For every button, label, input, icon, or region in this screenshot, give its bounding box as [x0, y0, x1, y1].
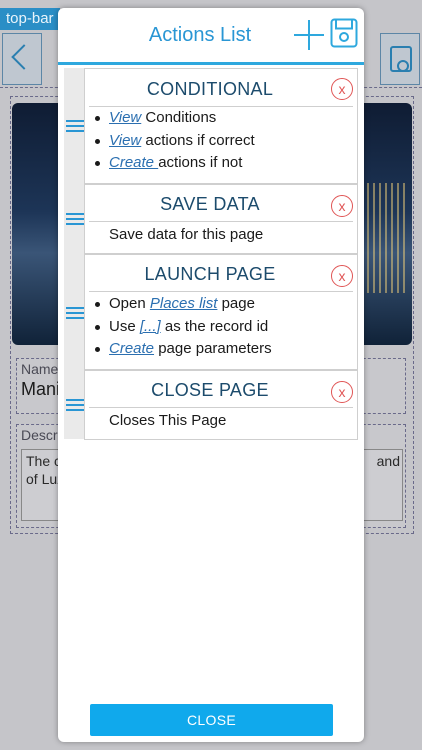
- name-value: Mani: [21, 379, 61, 399]
- bullet-text: page: [217, 295, 255, 312]
- action-card-save-data: SAVE DATA x Save data for this page: [66, 184, 358, 254]
- list-item: Open Places list page: [85, 293, 355, 316]
- action-card-conditional: CONDITIONAL x View Conditions View actio…: [66, 68, 358, 184]
- remove-action-save-data-button[interactable]: x: [331, 195, 353, 217]
- card-divider: [89, 221, 353, 222]
- remove-action-conditional-button[interactable]: x: [331, 78, 353, 100]
- chevron-left-icon: [11, 44, 37, 70]
- card-divider: [89, 291, 353, 292]
- drag-handle-icon[interactable]: [65, 307, 85, 321]
- drag-handle-icon[interactable]: [65, 399, 85, 413]
- places-list-link[interactable]: Places list: [150, 295, 218, 312]
- modal-header: Actions List: [58, 8, 364, 65]
- bullet-text: page parameters: [154, 340, 272, 357]
- close-page-description: Closes This Page: [109, 412, 227, 429]
- card-divider: [89, 407, 353, 408]
- description-label: Descr: [21, 427, 58, 443]
- save-icon[interactable]: [330, 18, 358, 48]
- close-button[interactable]: CLOSE: [90, 704, 333, 736]
- remove-action-close-page-button[interactable]: x: [331, 381, 353, 403]
- list-item: Create actions if not: [85, 152, 355, 175]
- background-save-button: [380, 33, 420, 85]
- topbar-tag: top-bar: [0, 8, 60, 30]
- bullet-text: actions if not: [158, 154, 243, 171]
- action-title-launch-page: LAUNCH PAGE: [144, 264, 276, 284]
- launch-page-bullets: Open Places list page Use [...] as the r…: [85, 293, 355, 361]
- action-title-conditional: CONDITIONAL: [146, 79, 274, 99]
- save-data-description: Save data for this page: [109, 226, 264, 243]
- list-item: View actions if correct: [85, 130, 355, 153]
- conditional-bullets: View Conditions View actions if correct …: [85, 107, 355, 175]
- add-action-button[interactable]: [294, 20, 324, 50]
- view-conditions-link[interactable]: View: [109, 109, 141, 126]
- action-title-save-data: SAVE DATA: [160, 194, 260, 214]
- description-line-1: The c: [26, 453, 62, 469]
- description-line-1-end: and: [376, 453, 400, 469]
- action-card-close-page: CLOSE PAGE x Closes This Page: [66, 370, 358, 440]
- record-id-link[interactable]: [...]: [140, 318, 161, 335]
- bullet-text: as the record id: [160, 317, 269, 335]
- bullet-text: Open: [109, 295, 150, 312]
- remove-action-launch-page-button[interactable]: x: [331, 265, 353, 287]
- drag-handle-icon[interactable]: [65, 213, 85, 227]
- list-item: Create page parameters: [85, 338, 355, 361]
- create-page-parameters-link[interactable]: Create: [109, 340, 154, 357]
- create-actions-not-link[interactable]: Create: [109, 154, 158, 171]
- header-divider: [58, 62, 364, 65]
- action-title-close-page: CLOSE PAGE: [151, 380, 269, 400]
- list-item: View Conditions: [85, 107, 355, 130]
- name-label: Name: [21, 361, 59, 377]
- bullet-text: Conditions: [141, 109, 217, 126]
- bullet-text: Use: [109, 317, 140, 335]
- action-card-launch-page: LAUNCH PAGE x Open Places list page Use …: [66, 254, 358, 370]
- actions-list-modal: Actions List CONDITIONAL x View Conditio…: [58, 8, 364, 742]
- view-actions-correct-link[interactable]: View: [109, 132, 141, 149]
- save-icon: [390, 46, 412, 72]
- back-button: [2, 33, 42, 85]
- list-item: Use [...] as the record id: [85, 316, 355, 339]
- drag-handle-icon[interactable]: [65, 120, 85, 134]
- bullet-text: actions if correct: [141, 131, 255, 149]
